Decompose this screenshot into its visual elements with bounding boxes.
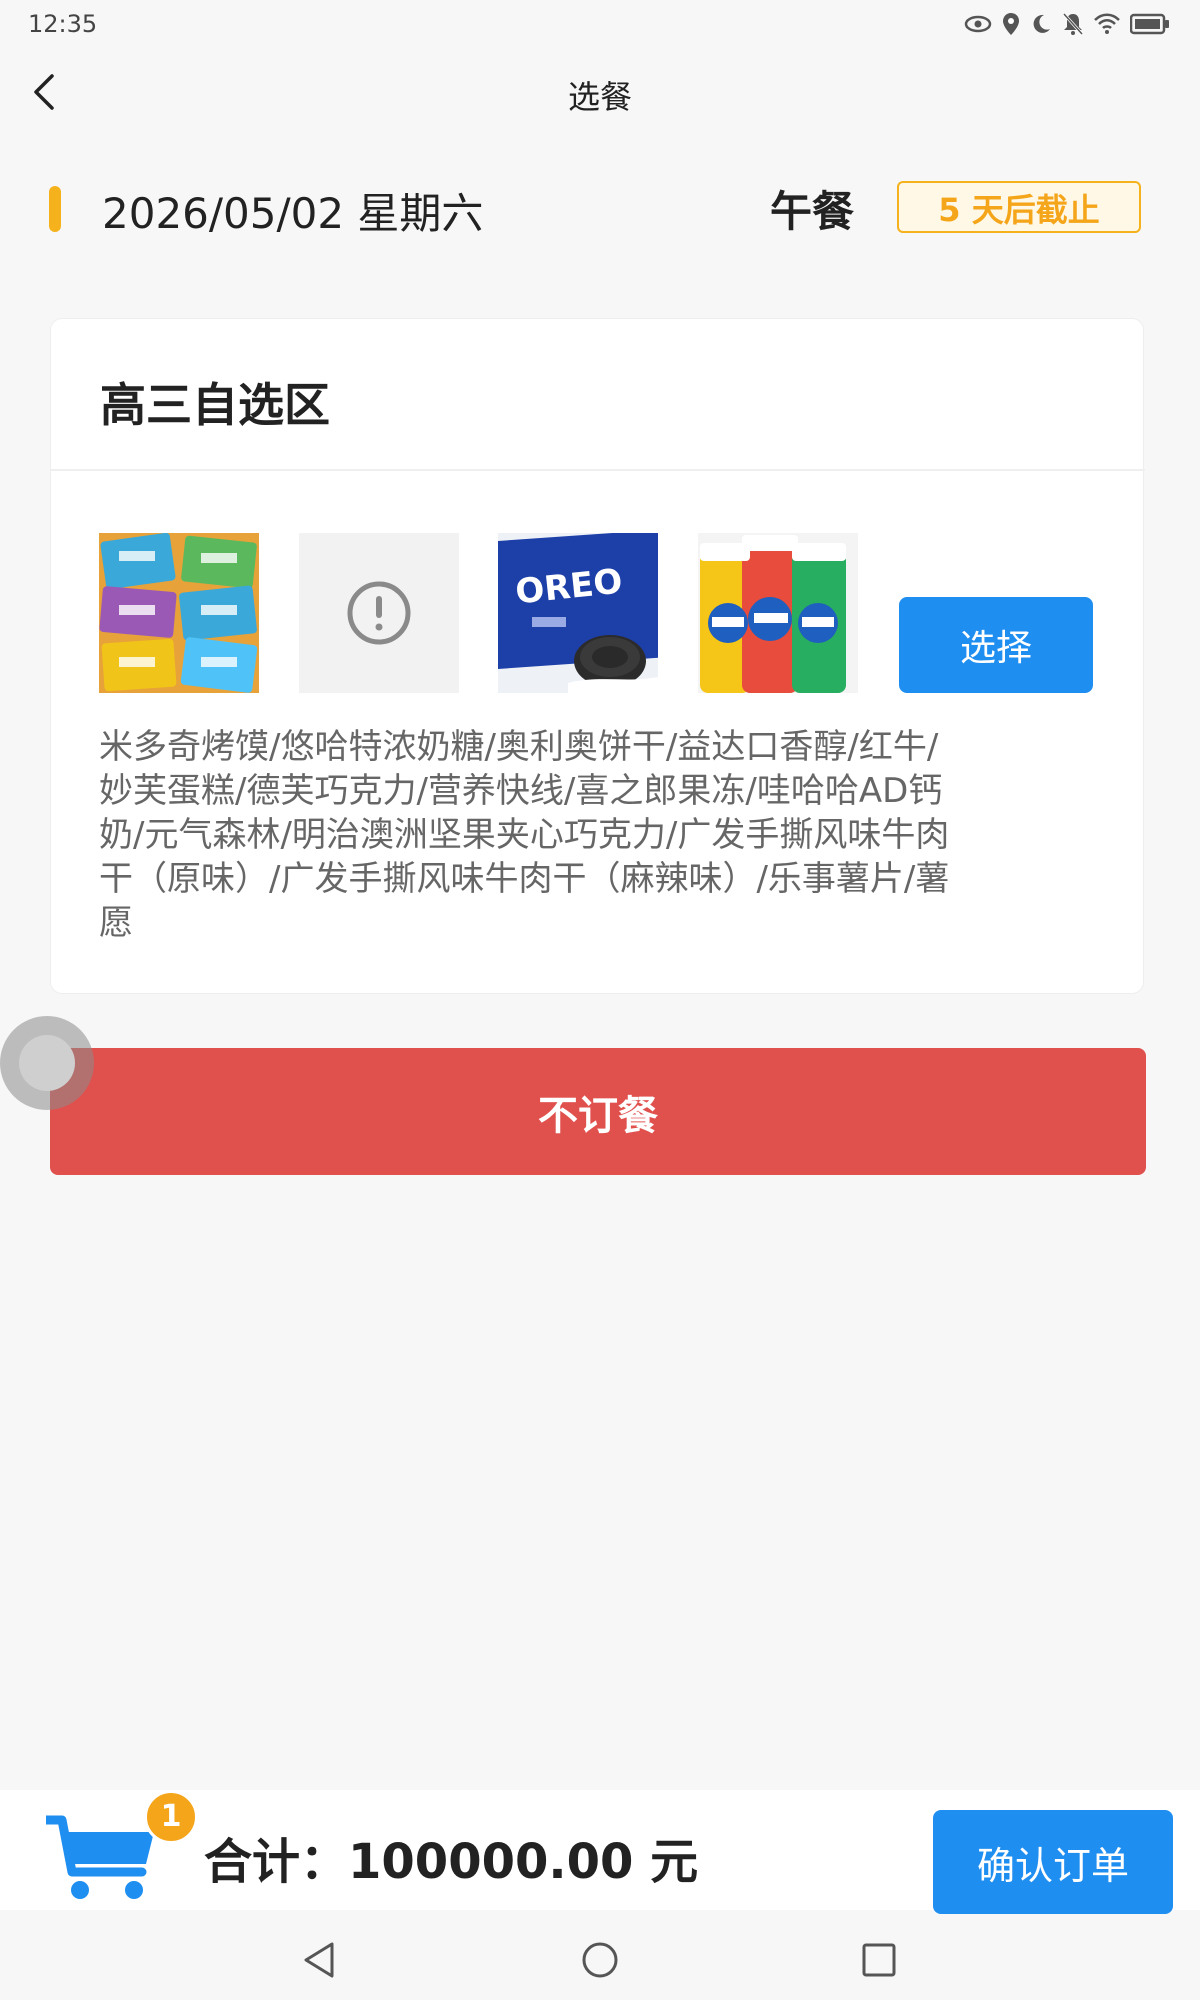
moon-icon xyxy=(1033,14,1050,33)
status-bar: 12:35 xyxy=(0,0,1200,50)
nav-home-icon[interactable] xyxy=(578,1938,622,1982)
deadline-badge: 5 天后截止 xyxy=(897,181,1141,233)
date-accent-bar xyxy=(49,186,61,232)
floating-assistive-button[interactable] xyxy=(0,1016,94,1110)
system-navigation-bar xyxy=(0,1920,1200,2000)
checkout-bar: 1 合计：100000.00 元 确认订单 xyxy=(0,1790,1200,1914)
menu-description: 米多奇烤馍/悠哈特浓奶糖/奥利奥饼干/益达口香醇/红牛/妙芙蛋糕/德芙巧克力/营… xyxy=(99,727,950,943)
date-row: 2026/05/02 星期六 午餐 5 天后截止 xyxy=(0,170,1200,240)
select-button[interactable]: 选择 xyxy=(899,597,1093,693)
snack-package-image xyxy=(99,533,259,693)
meal-selection-screen: 12:35 选餐 2026/05/02 星期六 午餐 5 天后截止 高三自选区 xyxy=(0,0,1200,2000)
no-order-button[interactable]: 不订餐 xyxy=(50,1048,1146,1175)
total-amount: 合计：100000.00 元 xyxy=(204,1834,699,1890)
status-icons xyxy=(964,10,1170,38)
eye-icon xyxy=(964,15,992,33)
wifi-icon xyxy=(1094,13,1120,34)
menu-card: 高三自选区 OREO 选择 米多奇烤馍/悠哈特浓奶糖/奥利奥饼干/益达口香醇/红… xyxy=(50,318,1145,994)
floating-ball-inner xyxy=(19,1035,75,1091)
cart-count-badge: 1 xyxy=(144,1790,198,1844)
menu-card-title: 高三自选区 xyxy=(100,378,330,432)
meal-date: 2026/05/02 星期六 xyxy=(102,189,484,238)
oreo-image: OREO xyxy=(498,533,658,693)
bell-off-icon xyxy=(1062,12,1084,36)
confirm-order-button[interactable]: 确认订单 xyxy=(933,1810,1173,1914)
meal-type: 午餐 xyxy=(770,187,855,236)
nav-recent-apps-icon[interactable] xyxy=(857,1938,901,1982)
image-error-icon xyxy=(299,533,459,693)
page-title: 选餐 xyxy=(567,78,632,116)
location-icon xyxy=(1003,13,1019,35)
shopping-cart-icon[interactable] xyxy=(46,1812,158,1902)
status-time: 12:35 xyxy=(28,10,98,38)
nav-back-icon[interactable] xyxy=(298,1938,342,1982)
card-divider xyxy=(51,469,1145,471)
battery-icon xyxy=(1130,13,1169,35)
gum-bottles-image xyxy=(698,533,858,693)
header: 选餐 xyxy=(0,50,1200,134)
